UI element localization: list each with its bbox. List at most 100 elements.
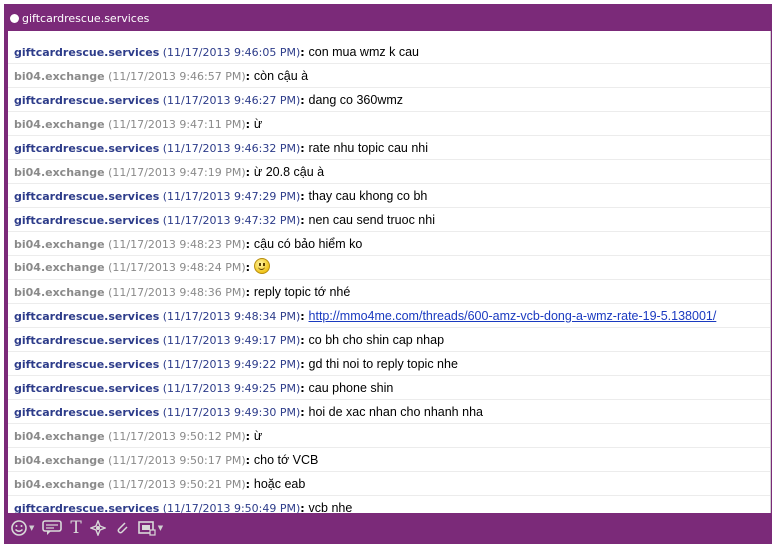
toolbar: ▼ T ▼ bbox=[5, 513, 771, 543]
message-row: bi04.exchange (11/17/2013 9:50:17 PM): c… bbox=[8, 448, 770, 472]
message-text: vcb nhe bbox=[308, 501, 353, 513]
chat-bubble-icon bbox=[42, 520, 63, 535]
message-timestamp: (11/17/2013 9:47:11 PM) bbox=[108, 118, 246, 131]
title-bar: giftcardrescue.services bbox=[5, 5, 771, 31]
window-title: giftcardrescue.services bbox=[22, 11, 150, 25]
message-sender: bi04.exchange bbox=[14, 118, 105, 131]
message-list[interactable]: giftcardrescue.services (11/17/2013 9:46… bbox=[8, 31, 770, 513]
attachment-button[interactable] bbox=[114, 517, 130, 539]
message-text: ừ bbox=[253, 117, 263, 131]
smiley-emoticon-icon bbox=[253, 258, 270, 274]
message-sender: giftcardrescue.services bbox=[14, 334, 160, 347]
message-separator: : bbox=[245, 454, 254, 467]
message-text: cậu có bảo hiểm ko bbox=[253, 237, 363, 251]
message-text: gd thi noi to reply topic nhe bbox=[308, 357, 458, 371]
message-text: hoi de xac nhan cho nhanh nha bbox=[308, 405, 483, 419]
message-timestamp: (11/17/2013 9:46:05 PM) bbox=[162, 46, 301, 59]
message-separator: : bbox=[245, 166, 254, 179]
message-sender: giftcardrescue.services bbox=[14, 214, 160, 227]
message-sender: giftcardrescue.services bbox=[14, 190, 160, 203]
message-timestamp: (11/17/2013 9:49:17 PM) bbox=[162, 334, 301, 347]
message-sender: giftcardrescue.services bbox=[14, 46, 160, 59]
message-row: bi04.exchange (11/17/2013 9:50:12 PM): ừ bbox=[8, 424, 770, 448]
message-sender: bi04.exchange bbox=[14, 478, 105, 491]
message-row: bi04.exchange (11/17/2013 9:48:23 PM): c… bbox=[8, 232, 770, 256]
message-text: http://mmo4me.com/threads/600-amz-vcb-do… bbox=[309, 309, 717, 323]
message-row: giftcardrescue.services (11/17/2013 9:47… bbox=[8, 208, 770, 232]
message-timestamp: (11/17/2013 9:48:34 PM) bbox=[162, 310, 301, 323]
message-separator: : bbox=[300, 334, 309, 347]
message-text: thay cau khong co bh bbox=[308, 189, 428, 203]
chevron-down-icon: ▼ bbox=[157, 524, 164, 532]
message-separator: : bbox=[245, 286, 254, 299]
message-row: giftcardrescue.services (11/17/2013 9:49… bbox=[8, 328, 770, 352]
message-sender: bi04.exchange bbox=[14, 430, 105, 443]
chat-window: giftcardrescue.services giftcardrescue.s… bbox=[4, 4, 772, 544]
message-separator: : bbox=[300, 382, 309, 395]
message-text: cho tớ VCB bbox=[253, 453, 319, 467]
smiley-icon bbox=[11, 520, 27, 536]
message-timestamp: (11/17/2013 9:46:27 PM) bbox=[162, 94, 301, 107]
attachment-icon bbox=[117, 522, 128, 534]
message-row: giftcardrescue.services (11/17/2013 9:49… bbox=[8, 352, 770, 376]
message-timestamp: (11/17/2013 9:49:30 PM) bbox=[162, 406, 301, 419]
message-timestamp: (11/17/2013 9:49:22 PM) bbox=[162, 358, 301, 371]
message-timestamp: (11/17/2013 9:47:32 PM) bbox=[162, 214, 301, 227]
message-separator: : bbox=[300, 358, 309, 371]
message-text: reply topic tớ nhé bbox=[253, 285, 351, 299]
message-separator: : bbox=[245, 238, 254, 251]
message-row: bi04.exchange (11/17/2013 9:48:24 PM): bbox=[8, 256, 770, 280]
message-row: bi04.exchange (11/17/2013 9:46:57 PM): c… bbox=[8, 64, 770, 88]
message-row: bi04.exchange (11/17/2013 9:47:11 PM): ừ bbox=[8, 112, 770, 136]
message-sender: giftcardrescue.services bbox=[14, 310, 160, 323]
message-row: giftcardrescue.services (11/17/2013 9:46… bbox=[8, 136, 770, 160]
message-sender: bi04.exchange bbox=[14, 454, 105, 467]
message-sender: bi04.exchange bbox=[14, 166, 105, 179]
message-row: giftcardrescue.services (11/17/2013 9:49… bbox=[8, 376, 770, 400]
message-sender: giftcardrescue.services bbox=[14, 358, 160, 371]
message-separator: : bbox=[245, 118, 254, 131]
message-separator: : bbox=[300, 190, 309, 203]
message-text: còn cậu à bbox=[253, 69, 309, 83]
message-text: dang co 360wmz bbox=[308, 93, 404, 107]
message-sender: bi04.exchange bbox=[14, 286, 105, 299]
message-sender: giftcardrescue.services bbox=[14, 94, 160, 107]
message-separator: : bbox=[300, 214, 309, 227]
status-dot-icon bbox=[10, 13, 19, 23]
message-timestamp: (11/17/2013 9:50:21 PM) bbox=[108, 478, 246, 491]
message-sender: bi04.exchange bbox=[14, 70, 105, 83]
message-sender: giftcardrescue.services bbox=[14, 406, 160, 419]
message-separator: : bbox=[300, 310, 309, 323]
message-row: giftcardrescue.services (11/17/2013 9:49… bbox=[8, 400, 770, 424]
message-sender: giftcardrescue.services bbox=[14, 382, 160, 395]
message-row: bi04.exchange (11/17/2013 9:47:19 PM): ừ… bbox=[8, 160, 770, 184]
message-text: cau phone shin bbox=[308, 381, 394, 395]
chat-bubble-button[interactable] bbox=[42, 517, 63, 539]
message-timestamp: (11/17/2013 9:49:25 PM) bbox=[162, 382, 301, 395]
message-row: bi04.exchange (11/17/2013 9:48:36 PM): r… bbox=[8, 280, 770, 304]
message-text: rate nhu topic cau nhi bbox=[308, 141, 429, 155]
message-row: giftcardrescue.services (11/17/2013 9:46… bbox=[8, 88, 770, 112]
message-separator: : bbox=[300, 142, 309, 155]
text-format-button[interactable]: T bbox=[70, 517, 81, 539]
attention-button[interactable] bbox=[89, 517, 106, 539]
message-timestamp: (11/17/2013 9:47:19 PM) bbox=[108, 166, 246, 179]
message-sender: bi04.exchange bbox=[14, 238, 105, 251]
attention-icon bbox=[89, 520, 106, 536]
message-row: bi04.exchange (11/17/2013 9:50:21 PM): h… bbox=[8, 472, 770, 496]
message-separator: : bbox=[245, 70, 254, 83]
message-timestamp: (11/17/2013 9:46:32 PM) bbox=[162, 142, 301, 155]
smiley-button[interactable]: ▼ bbox=[11, 517, 34, 539]
message-link[interactable]: http://mmo4me.com/threads/600-amz-vcb-do… bbox=[309, 309, 717, 323]
message-text: ừ bbox=[253, 429, 263, 443]
message-separator: : bbox=[300, 406, 309, 419]
message-row: giftcardrescue.services (11/17/2013 9:46… bbox=[8, 40, 770, 64]
insert-image-icon bbox=[137, 521, 156, 536]
message-timestamp: (11/17/2013 9:50:12 PM) bbox=[108, 430, 246, 443]
message-row: giftcardrescue.services (11/17/2013 9:47… bbox=[8, 184, 770, 208]
message-text: ừ 20.8 cậu à bbox=[253, 165, 325, 179]
insert-image-button[interactable]: ▼ bbox=[137, 517, 164, 539]
message-sender: giftcardrescue.services bbox=[14, 502, 160, 513]
message-row: giftcardrescue.services (11/17/2013 9:50… bbox=[8, 496, 770, 513]
message-text: hoặc eab bbox=[253, 477, 306, 491]
